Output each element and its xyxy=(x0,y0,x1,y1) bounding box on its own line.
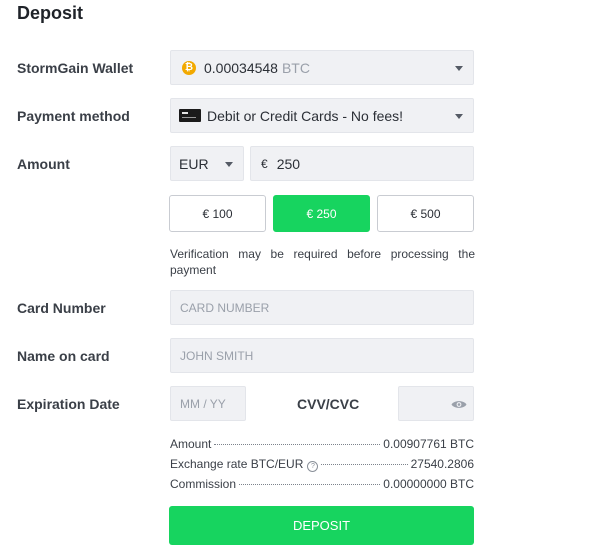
card-number-label: Card Number xyxy=(17,300,106,316)
amount-label: Amount xyxy=(17,156,70,172)
wallet-label: StormGain Wallet xyxy=(17,60,134,76)
summary-rate-label: Exchange rate BTC/EUR xyxy=(170,457,304,471)
cvv-label: CVV/CVC xyxy=(297,396,360,412)
summary-rate-value: 27540.2806 xyxy=(410,457,474,471)
credit-card-icon xyxy=(179,109,201,122)
verification-note: Verification may be required before proc… xyxy=(170,247,475,277)
info-icon[interactable]: ? xyxy=(307,461,319,472)
eye-icon[interactable] xyxy=(451,399,467,410)
chevron-down-icon xyxy=(225,161,233,167)
preset-500-button[interactable]: € 500 xyxy=(377,195,474,232)
currency-select[interactable]: EUR xyxy=(170,146,244,181)
summary-commission-row: Commission 0.00000000 BTC xyxy=(170,477,474,495)
name-on-card-label: Name on card xyxy=(17,348,110,364)
deposit-button[interactable]: DEPOSIT xyxy=(169,506,474,545)
wallet-currency: BTC xyxy=(281,59,310,76)
expiration-placeholder: MM / YY xyxy=(180,396,226,411)
card-number-placeholder: CARD NUMBER xyxy=(180,300,270,315)
page-title: Deposit xyxy=(17,3,84,23)
card-number-input[interactable]: CARD NUMBER xyxy=(170,290,474,325)
expiration-date-label: Expiration Date xyxy=(17,396,120,412)
summary-rate-row: Exchange rate BTC/EUR ? 27540.2806 xyxy=(170,457,474,475)
summary-amount-label: Amount xyxy=(170,437,212,451)
amount-value: 250 xyxy=(276,155,301,172)
summary-amount-row: Amount 0.00907761 BTC xyxy=(170,437,474,455)
summary-amount-value: 0.00907761 BTC xyxy=(383,437,474,451)
bitcoin-icon: ₿ xyxy=(182,60,196,75)
preset-100-button[interactable]: € 100 xyxy=(169,195,266,232)
chevron-down-icon xyxy=(455,113,463,119)
cvv-input[interactable] xyxy=(398,386,474,421)
expiration-date-input[interactable]: MM / YY xyxy=(170,386,246,421)
payment-method-label: Payment method xyxy=(17,108,130,124)
name-on-card-input[interactable]: JOHN SMITH xyxy=(170,338,474,373)
name-on-card-placeholder: JOHN SMITH xyxy=(180,348,254,363)
dotted-leader xyxy=(239,484,381,485)
amount-input[interactable]: € 250 xyxy=(250,146,474,181)
preset-250-button[interactable]: € 250 xyxy=(273,195,370,232)
currency-value: EUR xyxy=(179,155,209,172)
currency-symbol: € xyxy=(261,156,268,171)
dotted-leader xyxy=(321,464,408,465)
chevron-down-icon xyxy=(455,65,463,71)
payment-method-value: Debit or Credit Cards - No fees! xyxy=(207,107,404,124)
wallet-amount: 0.00034548 xyxy=(204,59,278,76)
dotted-leader xyxy=(214,444,381,445)
payment-method-select[interactable]: Debit or Credit Cards - No fees! xyxy=(170,98,474,133)
wallet-select[interactable]: ₿ 0.00034548 BTC xyxy=(170,50,474,85)
summary-commission-label: Commission xyxy=(170,477,237,491)
summary-commission-value: 0.00000000 BTC xyxy=(383,477,474,491)
